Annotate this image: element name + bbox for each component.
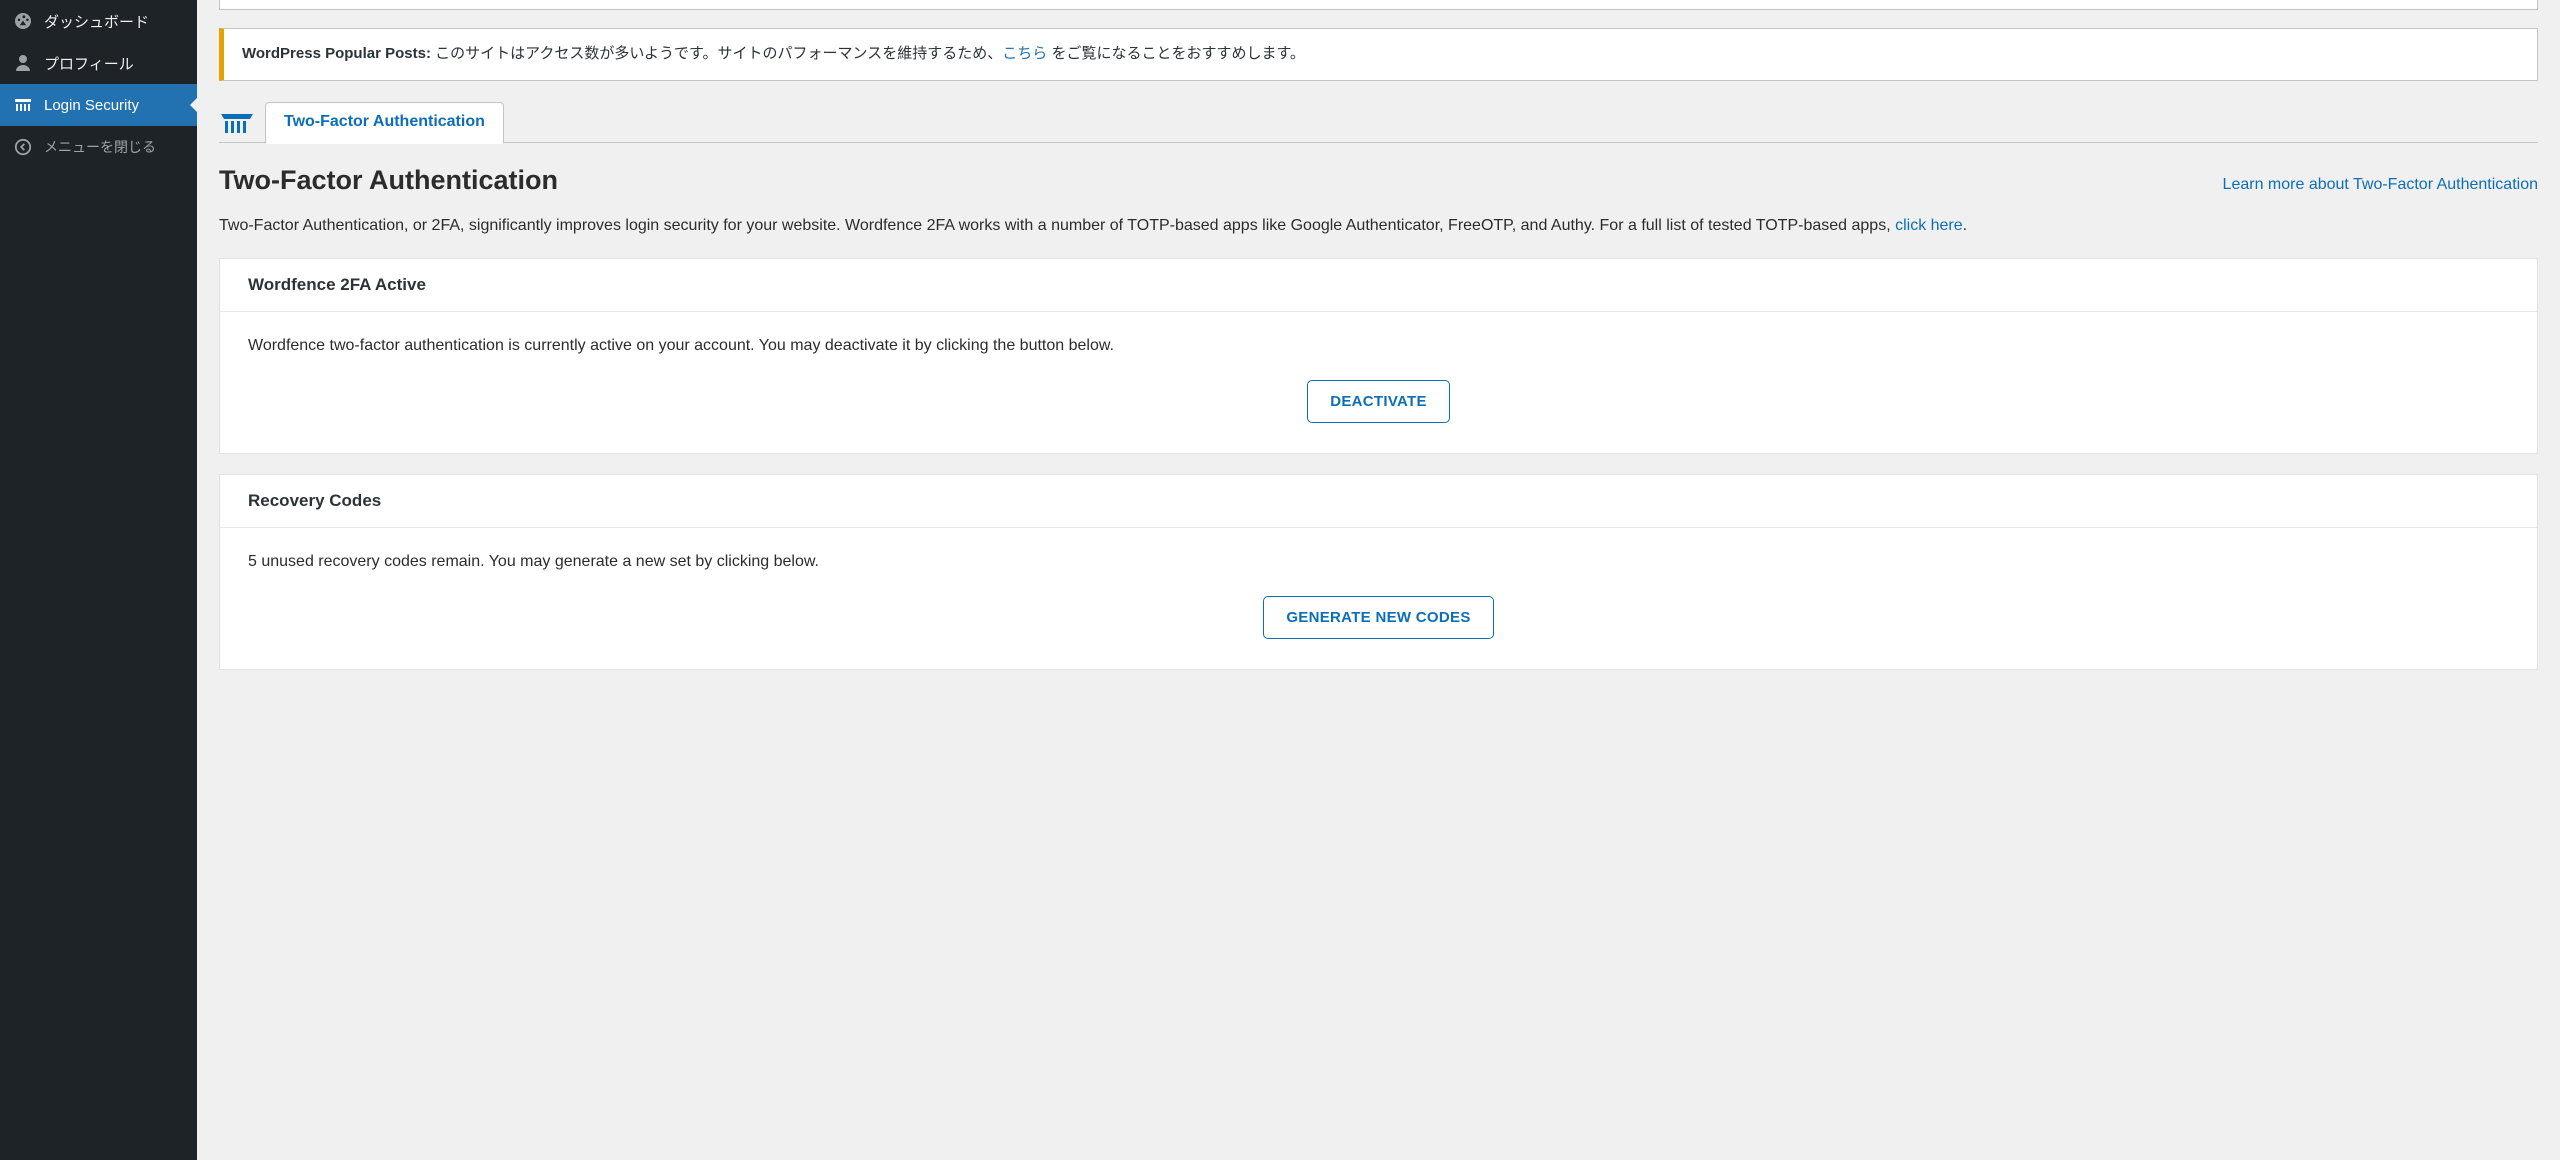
page-title: Two-Factor Authentication	[219, 165, 558, 196]
sidebar-item-login-security[interactable]: Login Security	[0, 84, 197, 126]
card-recovery-codes: Recovery Codes 5 unused recovery codes r…	[219, 474, 2538, 670]
sidebar-item-label: プロフィール	[44, 53, 134, 74]
notice-link[interactable]: こちら	[1002, 45, 1047, 62]
card-recovery-body: 5 unused recovery codes remain. You may …	[220, 528, 2537, 669]
sidebar-item-dashboard[interactable]: ダッシュボード	[0, 0, 197, 42]
intro-link[interactable]: click here	[1895, 217, 1963, 234]
learn-more-link[interactable]: Learn more about Two-Factor Authenticati…	[2223, 176, 2538, 194]
admin-sidebar: ダッシュボード プロフィール Login Security メニューを閉じる	[0, 0, 197, 1160]
intro-text-before: Two-Factor Authentication, or 2FA, signi…	[219, 217, 1895, 234]
sidebar-item-label: ダッシュボード	[44, 11, 149, 32]
intro-text-after: .	[1963, 217, 1967, 234]
tab-label: Two-Factor Authentication	[284, 113, 485, 130]
main-content: WordPress Popular Posts: このサイトはアクセス数が多いよ…	[197, 0, 2560, 1160]
card-2fa-active: Wordfence 2FA Active Wordfence two-facto…	[219, 258, 2538, 454]
user-icon	[12, 52, 34, 74]
generate-codes-button[interactable]: GENERATE NEW CODES	[1263, 596, 1493, 639]
collapse-icon	[12, 136, 34, 158]
card-recovery-title: Recovery Codes	[220, 475, 2537, 528]
deactivate-button[interactable]: DEACTIVATE	[1307, 380, 1450, 423]
sidebar-item-label: メニューを閉じる	[44, 137, 156, 157]
sidebar-item-label: Login Security	[44, 97, 139, 114]
wordfence-icon	[12, 94, 34, 116]
tab-underline	[219, 142, 2538, 143]
popular-posts-notice: WordPress Popular Posts: このサイトはアクセス数が多いよ…	[219, 28, 2538, 81]
notice-body-before: このサイトはアクセス数が多いようです。サイトのパフォーマンスを維持するため、	[431, 45, 1002, 62]
wordfence-logo-icon	[219, 107, 255, 137]
sidebar-item-profile[interactable]: プロフィール	[0, 42, 197, 84]
intro-paragraph: Two-Factor Authentication, or 2FA, signi…	[219, 214, 2538, 238]
card-2fa-active-text: Wordfence two-factor authentication is c…	[248, 334, 2509, 358]
notice-prefix: WordPress Popular Posts:	[242, 45, 431, 62]
notice-body-after: をご覧になることをおすすめします。	[1047, 45, 1305, 62]
cropped-notice-edge	[219, 0, 2538, 10]
tab-strip: Two-Factor Authentication	[219, 101, 2538, 143]
card-2fa-active-title: Wordfence 2FA Active	[220, 259, 2537, 312]
sidebar-collapse[interactable]: メニューを閉じる	[0, 126, 197, 168]
tab-two-factor[interactable]: Two-Factor Authentication	[265, 102, 504, 144]
dashboard-icon	[12, 10, 34, 32]
card-2fa-active-body: Wordfence two-factor authentication is c…	[220, 312, 2537, 453]
heading-row: Two-Factor Authentication Learn more abo…	[219, 165, 2538, 196]
card-recovery-text: 5 unused recovery codes remain. You may …	[248, 550, 2509, 574]
